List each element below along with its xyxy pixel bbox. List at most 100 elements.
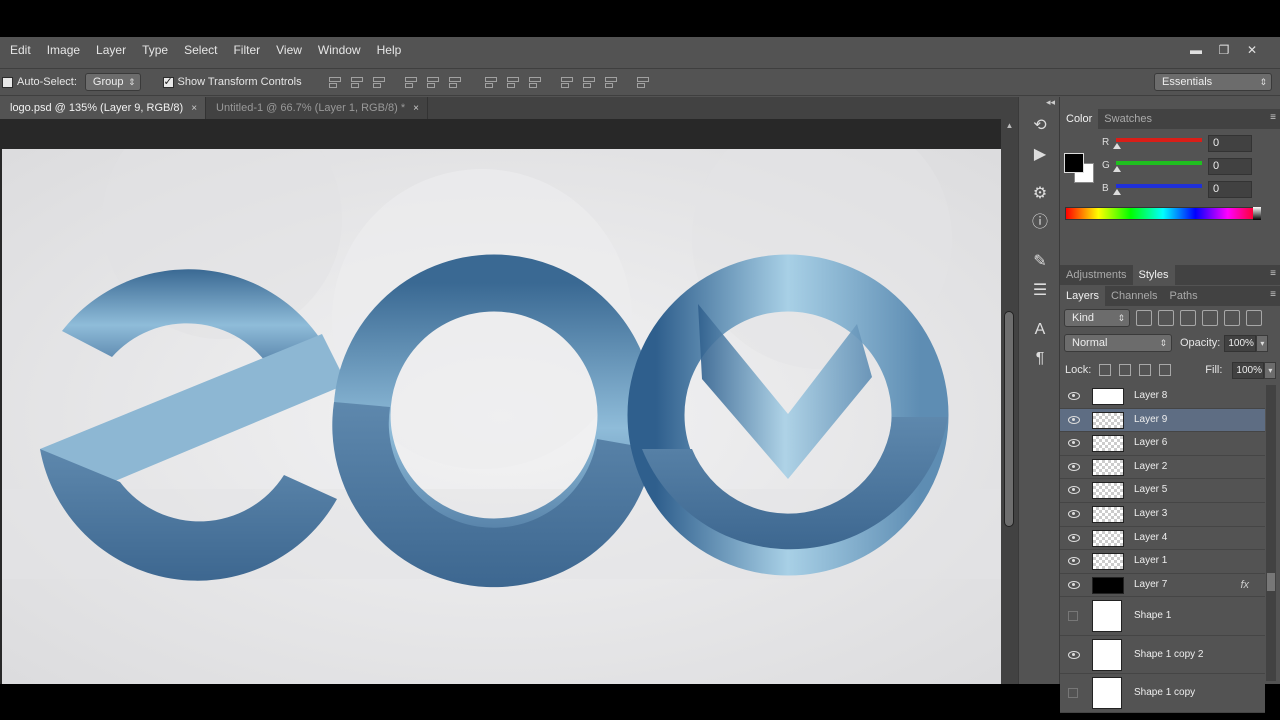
red-slider-knob[interactable] (1113, 143, 1121, 149)
tab-styles[interactable]: Styles (1132, 265, 1175, 285)
auto-select-dropdown[interactable]: Group (84, 73, 141, 91)
panel-menu-icon[interactable]: ≡ (1270, 112, 1276, 123)
align-bottom-icon[interactable] (370, 74, 386, 90)
layer-row[interactable]: Layer 7 fx (1060, 573, 1265, 598)
fill-field[interactable]: 100% (1232, 361, 1265, 379)
layer-effects-icon[interactable]: fx (1240, 579, 1249, 591)
restore-icon[interactable]: ❐ (1210, 41, 1238, 59)
distribute-vcenter-icon[interactable] (504, 74, 520, 90)
opacity-field[interactable]: 100% (1224, 334, 1257, 352)
eye-visibility-icon[interactable] (1068, 415, 1080, 425)
visibility-toggle-empty[interactable] (1068, 611, 1078, 622)
layer-row[interactable]: Shape 1 copy (1060, 674, 1265, 713)
tab-adjustments[interactable]: Adjustments (1060, 265, 1133, 285)
blue-slider-track[interactable] (1116, 184, 1202, 188)
lock-image-icon[interactable] (1119, 364, 1132, 376)
play-action-icon[interactable]: ▶ (1029, 144, 1051, 166)
tab-paths[interactable]: Paths (1164, 286, 1204, 306)
history-brush-icon[interactable]: ⟲ (1029, 115, 1051, 137)
minimize-icon[interactable]: ▬ (1182, 41, 1210, 59)
menu-layer[interactable]: Layer (88, 37, 134, 64)
close-tab-icon[interactable]: × (413, 103, 419, 114)
layer-row[interactable]: Layer 3 (1060, 502, 1265, 527)
foreground-color-swatch[interactable] (1064, 153, 1084, 173)
color-spectrum-bar[interactable] (1065, 207, 1261, 220)
filter-smart-object-icon[interactable] (1224, 310, 1240, 326)
eye-visibility-icon[interactable] (1068, 462, 1080, 472)
layer-row[interactable]: Layer 8 (1060, 385, 1265, 409)
distribute-top-icon[interactable] (482, 74, 498, 90)
align-vcenter-icon[interactable] (348, 74, 364, 90)
paragraph-icon[interactable]: ¶ (1029, 348, 1051, 370)
collapse-dock-icon[interactable]: ◂◂ (1046, 97, 1055, 108)
menu-filter[interactable]: Filter (225, 37, 268, 64)
distribute-bottom-icon[interactable] (526, 74, 542, 90)
blend-mode-dropdown[interactable]: Normal (1064, 334, 1172, 352)
lock-transparent-icon[interactable] (1099, 364, 1112, 376)
menu-help[interactable]: Help (369, 37, 410, 64)
red-slider-track[interactable] (1116, 138, 1202, 142)
close-icon[interactable]: ✕ (1238, 41, 1266, 59)
filter-kind-dropdown[interactable]: Kind (1064, 309, 1130, 327)
tab-logo-psd[interactable]: logo.psd @ 135% (Layer 9, RGB/8) × (0, 97, 207, 119)
filter-shape-icon[interactable] (1202, 310, 1218, 326)
tab-channels[interactable]: Channels (1105, 286, 1163, 306)
filter-toggle-icon[interactable] (1246, 310, 1262, 326)
align-top-icon[interactable] (326, 74, 342, 90)
layer-row[interactable]: Layer 5 (1060, 479, 1265, 503)
layer-row[interactable]: Layer 1 (1060, 550, 1265, 574)
eye-visibility-icon[interactable] (1068, 509, 1080, 519)
lock-position-icon[interactable] (1139, 364, 1152, 376)
layer-list-scrollbar[interactable] (1266, 385, 1276, 681)
show-transform-checkbox[interactable] (162, 75, 174, 88)
distribute-left-icon[interactable] (558, 74, 574, 90)
menu-view[interactable]: View (268, 37, 310, 64)
filter-type-icon[interactable] (1180, 310, 1196, 326)
opacity-dropdown-icon[interactable]: ▾ (1256, 334, 1269, 352)
eye-visibility-icon[interactable] (1068, 485, 1080, 495)
eye-visibility-icon[interactable] (1068, 556, 1080, 566)
scroll-thumb[interactable] (1004, 311, 1014, 527)
align-hcenter-icon[interactable] (424, 74, 440, 90)
document-canvas[interactable] (2, 149, 1001, 684)
layer-row[interactable]: Shape 1 (1060, 597, 1265, 636)
align-left-icon[interactable] (402, 74, 418, 90)
auto-align-icon[interactable] (634, 74, 650, 90)
lock-all-icon[interactable] (1159, 364, 1172, 376)
visibility-toggle-empty[interactable] (1068, 688, 1078, 699)
green-slider-track[interactable] (1116, 161, 1202, 165)
eye-visibility-icon[interactable] (1068, 580, 1080, 590)
layer-list-scroll-thumb[interactable] (1267, 573, 1275, 591)
layer-row[interactable]: Layer 2 (1060, 455, 1265, 480)
red-value-field[interactable]: 0 (1208, 135, 1252, 152)
eye-visibility-icon[interactable] (1068, 650, 1080, 660)
clone-source-icon[interactable]: ⚙ (1029, 183, 1051, 205)
tab-layers[interactable]: Layers (1060, 286, 1106, 306)
tab-untitled-1[interactable]: Untitled-1 @ 66.7% (Layer 1, RGB/8) * × (206, 97, 428, 119)
green-slider-knob[interactable] (1113, 166, 1121, 172)
canvas-vertical-scrollbar[interactable]: ▲ (1001, 119, 1018, 684)
menu-image[interactable]: Image (39, 37, 88, 64)
blue-value-field[interactable]: 0 (1208, 181, 1252, 198)
auto-select-checkbox[interactable] (2, 76, 13, 88)
info-icon[interactable]: ⓘ (1029, 212, 1051, 234)
eye-visibility-icon[interactable] (1068, 391, 1080, 401)
panel-menu-icon[interactable]: ≡ (1270, 289, 1276, 300)
distribute-hcenter-icon[interactable] (580, 74, 596, 90)
workspace-dropdown[interactable]: Essentials (1154, 73, 1272, 91)
tab-swatches[interactable]: Swatches (1098, 109, 1158, 129)
layer-row[interactable]: Shape 1 copy 2 (1060, 635, 1265, 675)
align-right-icon[interactable] (446, 74, 462, 90)
menu-type[interactable]: Type (134, 37, 176, 64)
brush-presets-icon[interactable]: ✎ (1029, 251, 1051, 273)
panel-menu-icon[interactable]: ≡ (1270, 268, 1276, 279)
eye-visibility-icon[interactable] (1068, 438, 1080, 448)
menu-select[interactable]: Select (176, 37, 225, 64)
tab-color[interactable]: Color (1060, 109, 1099, 129)
green-value-field[interactable]: 0 (1208, 158, 1252, 175)
layer-row[interactable]: Layer 4 (1060, 526, 1265, 551)
distribute-right-icon[interactable] (602, 74, 618, 90)
scroll-up-icon[interactable]: ▲ (1004, 121, 1015, 131)
character-icon[interactable]: A (1029, 319, 1051, 341)
layer-row[interactable]: Layer 9 (1060, 408, 1265, 433)
